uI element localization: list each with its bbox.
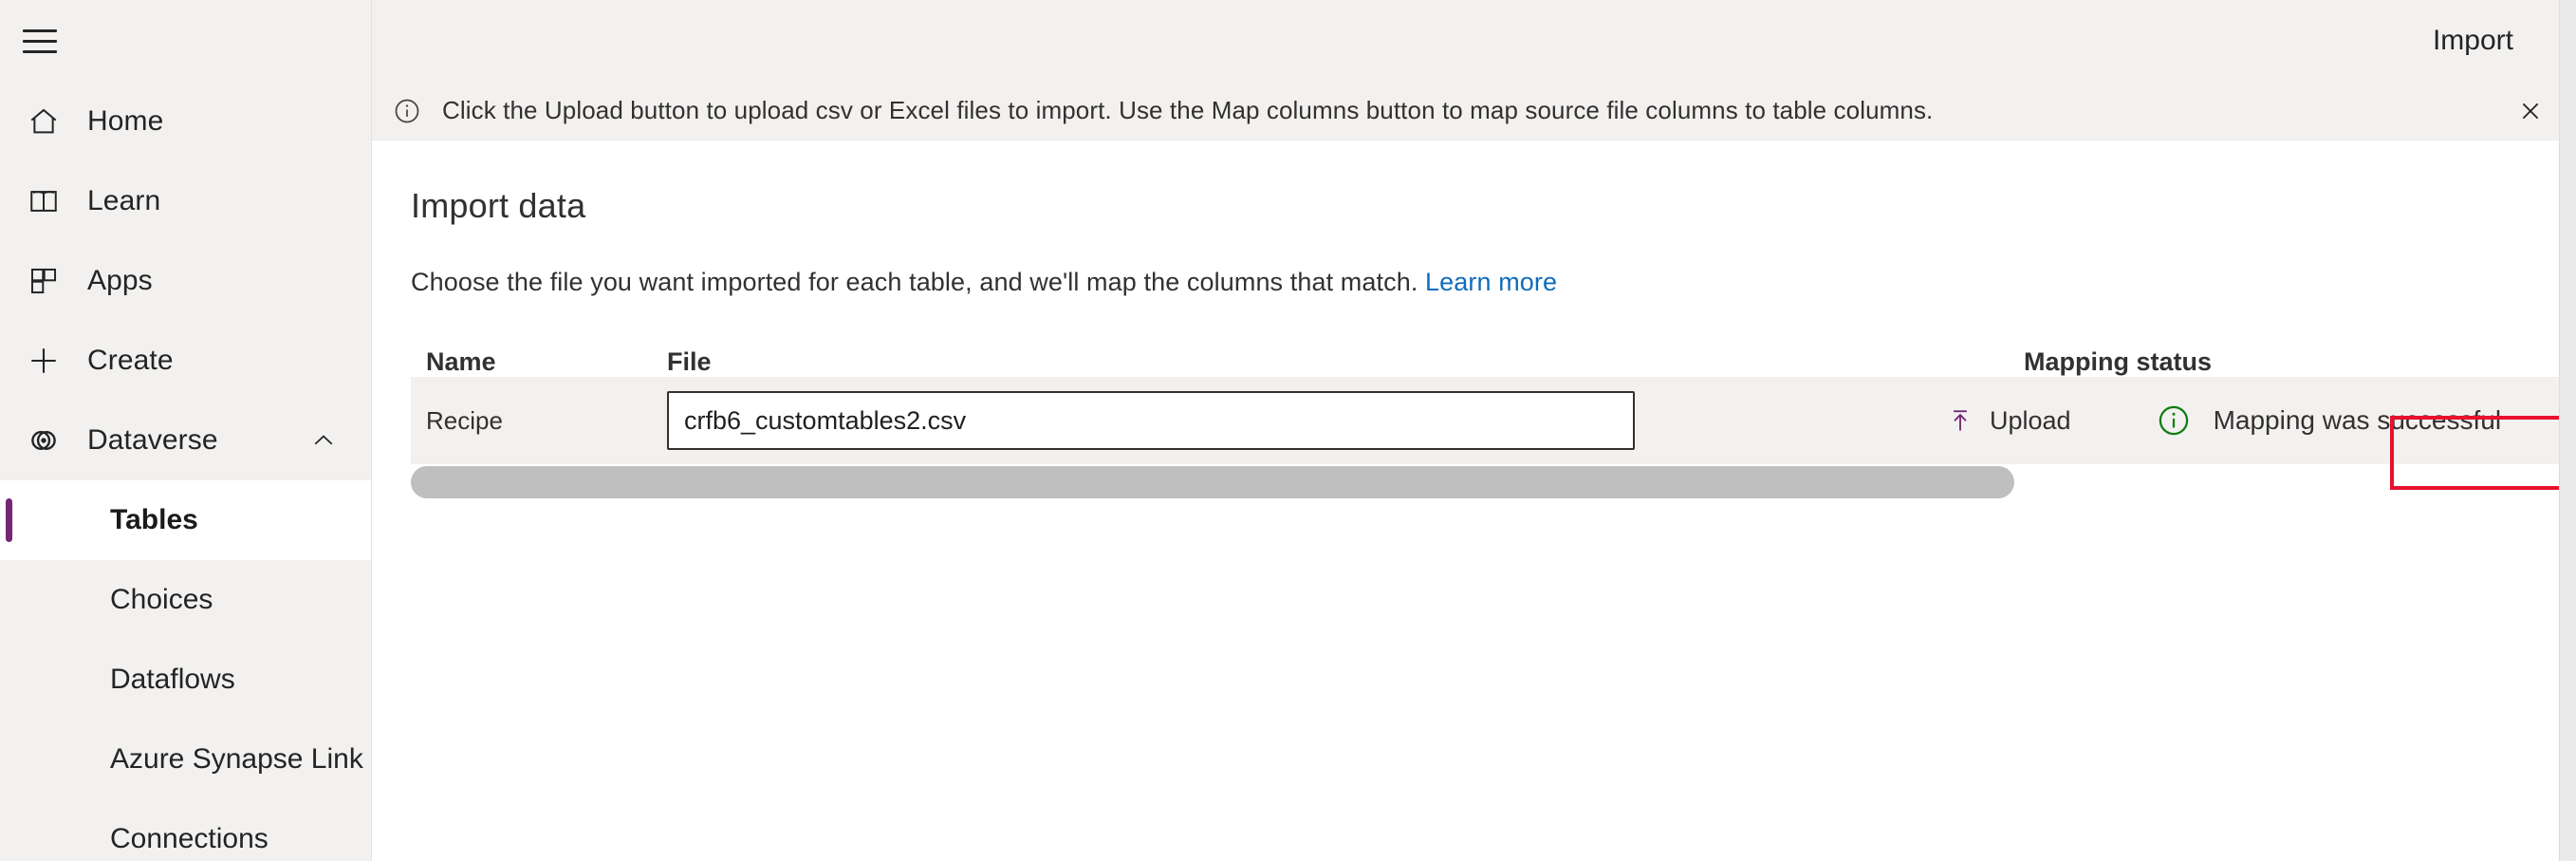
sidebar-item-label: Create bbox=[87, 345, 174, 377]
book-icon bbox=[23, 180, 65, 222]
column-header-mapping-status: Mapping status bbox=[2024, 347, 2212, 377]
sidebar-item-label: Choices bbox=[110, 584, 213, 616]
status-badge-label: Mapping was successful bbox=[2214, 405, 2501, 436]
close-icon[interactable] bbox=[2513, 94, 2548, 128]
info-circle-icon bbox=[2155, 402, 2193, 440]
info-banner: Click the Upload button to upload csv or… bbox=[372, 82, 2576, 140]
sidebar-item-dataflows[interactable]: Dataflows bbox=[0, 640, 371, 720]
sidebar-item-learn[interactable]: Learn bbox=[0, 161, 371, 241]
page-title: Import data bbox=[411, 186, 2576, 226]
import-grid: Name File Mapping status Recipe bbox=[411, 346, 2574, 500]
page-description: Choose the file you want imported for ea… bbox=[411, 268, 2576, 297]
hamburger-wrapper bbox=[0, 0, 371, 82]
sidebar-item-label: Dataflows bbox=[110, 664, 235, 696]
sidebar-item-dataverse[interactable]: Dataverse bbox=[0, 401, 371, 480]
sidebar-item-create[interactable]: Create bbox=[0, 321, 371, 401]
sidebar-item-label: Home bbox=[87, 105, 163, 138]
sidebar-item-azure-synapse-link[interactable]: Azure Synapse Link bbox=[0, 720, 371, 799]
home-icon bbox=[23, 101, 65, 142]
page-description-text: Choose the file you want imported for ea… bbox=[411, 268, 1418, 296]
app-root: Home Learn Apps bbox=[0, 0, 2576, 861]
upload-arrow-icon bbox=[1944, 404, 1976, 437]
banner-message: Click the Upload button to upload csv or… bbox=[442, 96, 1933, 125]
plus-icon bbox=[23, 340, 65, 382]
main-content: Import Click the Upload button to upload… bbox=[372, 0, 2576, 861]
table-row: Recipe Upload bbox=[411, 377, 2574, 464]
column-header-file: File bbox=[667, 347, 1343, 377]
sidebar-item-apps[interactable]: Apps bbox=[0, 241, 371, 321]
upload-button[interactable]: Upload bbox=[1944, 404, 2071, 437]
sidebar-item-connections[interactable]: Connections bbox=[0, 799, 371, 861]
upload-button-label: Upload bbox=[1990, 406, 2071, 436]
grid-header-row: Name File Mapping status bbox=[411, 346, 2574, 377]
hamburger-bar bbox=[23, 50, 57, 53]
learn-more-link[interactable]: Learn more bbox=[1425, 268, 1557, 296]
hamburger-bar bbox=[23, 40, 57, 43]
file-input[interactable] bbox=[667, 391, 1635, 450]
sidebar-item-label: Apps bbox=[87, 265, 153, 297]
cell-table-name: Recipe bbox=[426, 406, 667, 436]
page-right-edge bbox=[2559, 0, 2576, 861]
info-circle-icon bbox=[391, 95, 423, 127]
sidebar-item-choices[interactable]: Choices bbox=[0, 560, 371, 640]
selection-indicator bbox=[6, 498, 12, 542]
import-button[interactable]: Import bbox=[2416, 15, 2530, 66]
horizontal-scrollbar[interactable] bbox=[411, 464, 2014, 500]
column-header-name: Name bbox=[426, 347, 667, 377]
sidebar-item-tables[interactable]: Tables bbox=[0, 480, 371, 560]
cell-file bbox=[667, 391, 1635, 450]
sidebar: Home Learn Apps bbox=[0, 0, 372, 861]
chevron-up-icon[interactable] bbox=[308, 425, 339, 456]
import-data-panel: Import data Choose the file you want imp… bbox=[372, 140, 2576, 860]
sidebar-item-label: Dataverse bbox=[87, 424, 218, 457]
horizontal-scrollbar-thumb[interactable] bbox=[411, 466, 2014, 498]
sidebar-item-label: Connections bbox=[110, 823, 269, 855]
sidebar-item-home[interactable]: Home bbox=[0, 82, 371, 161]
sidebar-item-label: Azure Synapse Link bbox=[110, 743, 363, 776]
apps-grid-icon bbox=[23, 260, 65, 302]
command-bar: Import bbox=[372, 0, 2576, 82]
status-badge: Mapping was successful bbox=[2130, 394, 2526, 447]
sidebar-item-label: Tables bbox=[110, 504, 198, 536]
hamburger-icon[interactable] bbox=[23, 27, 59, 55]
hamburger-bar bbox=[23, 29, 57, 32]
sidebar-item-label: Learn bbox=[87, 185, 160, 217]
dataverse-icon bbox=[23, 420, 65, 461]
